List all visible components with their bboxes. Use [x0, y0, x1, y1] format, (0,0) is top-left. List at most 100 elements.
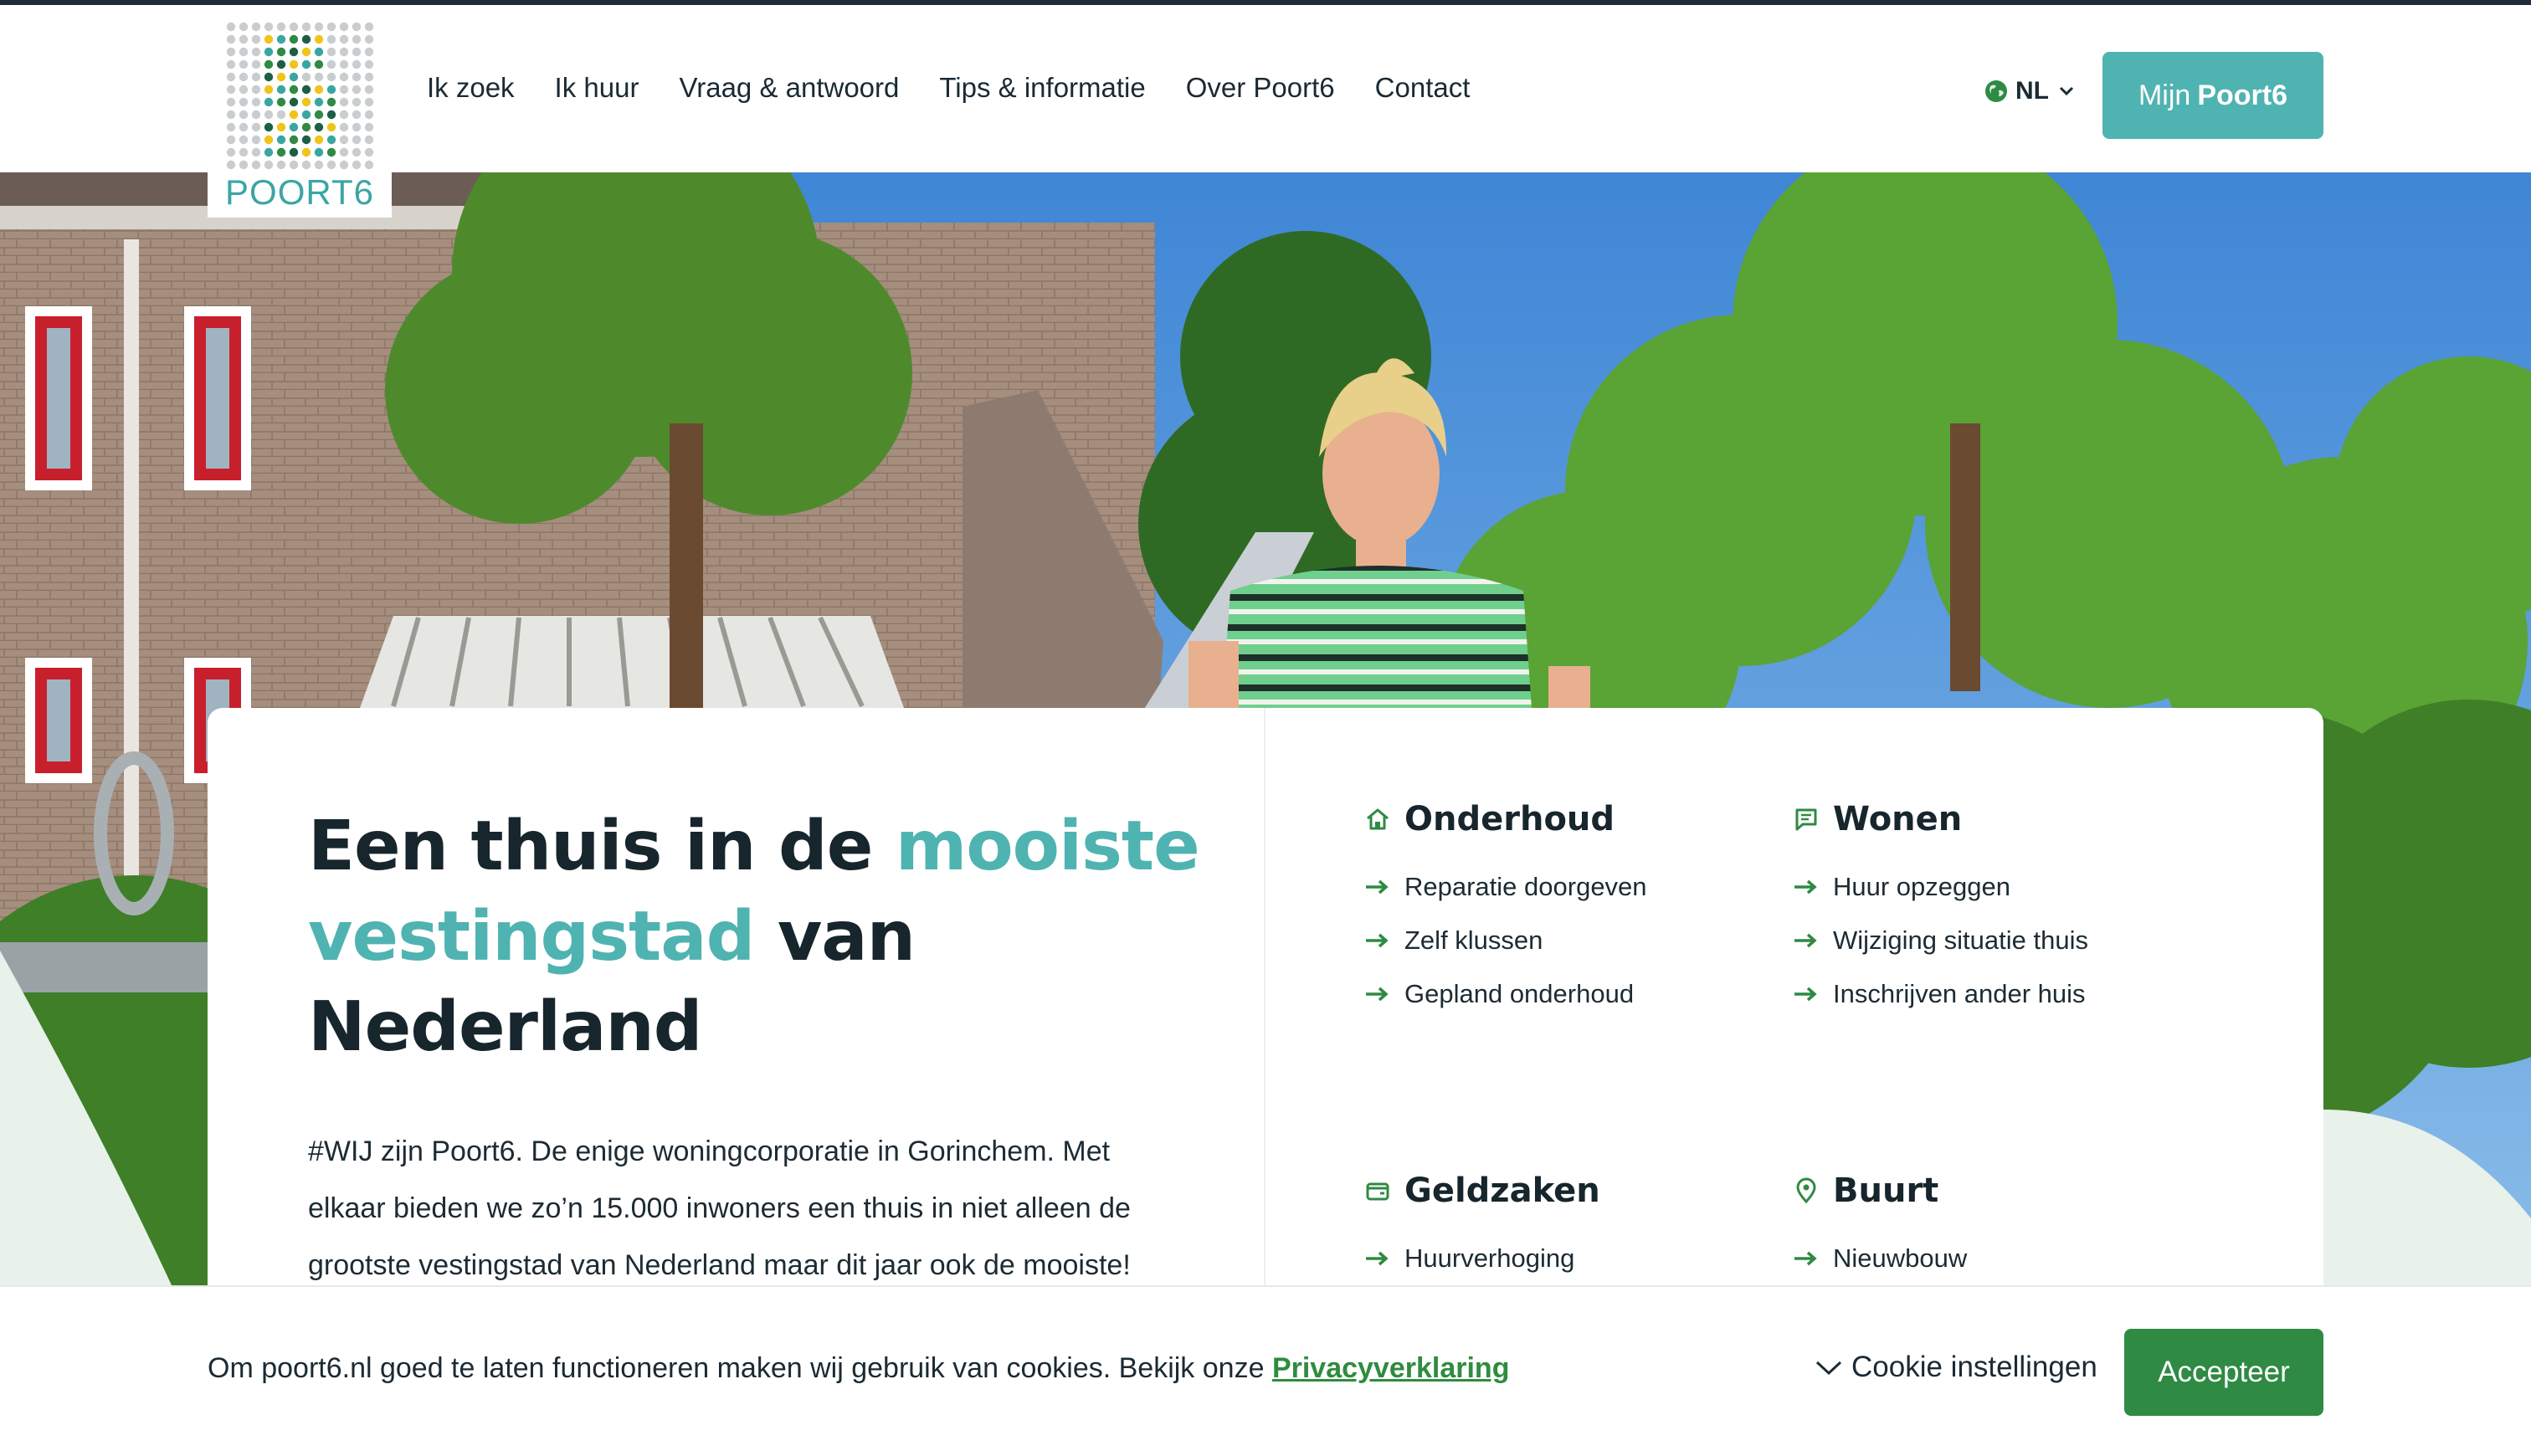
- cookie-settings-label: Cookie instellingen: [1851, 1351, 2097, 1383]
- logo-dot: [276, 110, 286, 120]
- logo-dot: [352, 160, 362, 170]
- logo-dot: [251, 59, 261, 69]
- logo-dot: [364, 47, 374, 57]
- nav-ik-zoek[interactable]: Ik zoek: [427, 72, 515, 104]
- logo-dot: [352, 22, 362, 32]
- cookie-settings-button[interactable]: Cookie instellingen: [1815, 1351, 2097, 1384]
- logo-dot: [289, 85, 299, 95]
- logo-dot: [301, 147, 311, 157]
- logo-dot: [314, 160, 324, 170]
- logo-dot: [226, 47, 236, 57]
- logo-dot: [326, 72, 336, 82]
- logo-dot: [314, 85, 324, 95]
- logo-dot: [326, 110, 336, 120]
- logo-dot: [264, 22, 274, 32]
- logo-dot: [276, 22, 286, 32]
- logo-dot: [339, 135, 349, 145]
- logo-dot: [239, 97, 249, 107]
- logo-dot: [352, 72, 362, 82]
- link-huur-opzeggen[interactable]: Huur opzeggen: [1793, 860, 2195, 914]
- logo-dot: [264, 47, 274, 57]
- arrow-right-icon: [1366, 987, 1389, 1002]
- logo-dot: [301, 34, 311, 44]
- logo-dot: [289, 34, 299, 44]
- nav-ik-huur[interactable]: Ik huur: [555, 72, 639, 104]
- logo-dot: [301, 47, 311, 57]
- privacy-link[interactable]: Privacyverklaring: [1272, 1352, 1510, 1384]
- logo-dot: [301, 97, 311, 107]
- nav-tips-informatie[interactable]: Tips & informatie: [939, 72, 1145, 104]
- logo-dot: [352, 110, 362, 120]
- link-label: Huur opzeggen: [1833, 872, 2010, 901]
- logo-dot: [239, 59, 249, 69]
- logo-dot: [339, 97, 349, 107]
- logo-dot: [339, 34, 349, 44]
- logo-dot: [314, 34, 324, 44]
- logo-dot: [326, 97, 336, 107]
- link-reparatie-doorgeven[interactable]: Reparatie doorgeven: [1364, 860, 1766, 914]
- logo-dot: [364, 85, 374, 95]
- logo-dot: [251, 85, 261, 95]
- logo-text: POORT6: [225, 172, 374, 212]
- logo-dot: [251, 47, 261, 57]
- wallet-icon: [1366, 1182, 1389, 1201]
- topic-wonen: Wonen Huur opzeggen Wijziging situatie t…: [1793, 800, 2195, 1021]
- language-selector[interactable]: NL: [1984, 77, 2074, 105]
- logo-dot: [264, 147, 274, 157]
- link-gepland-onderhoud[interactable]: Gepland onderhoud: [1364, 967, 1766, 1021]
- link-inschrijven-ander-huis[interactable]: Inschrijven ander huis: [1793, 967, 2195, 1021]
- logo-dot: [276, 122, 286, 132]
- logo-dot-grid-icon: [226, 22, 374, 170]
- logo-dot: [339, 147, 349, 157]
- link-wijziging-situatie-thuis[interactable]: Wijziging situatie thuis: [1793, 914, 2195, 967]
- nav-contact[interactable]: Contact: [1375, 72, 1471, 104]
- logo-dot: [226, 85, 236, 95]
- nav-vraag-antwoord[interactable]: Vraag & antwoord: [679, 72, 899, 104]
- cookie-message: Om poort6.nl goed te laten functioneren …: [208, 1352, 1509, 1385]
- logo-dot: [326, 135, 336, 145]
- link-huurverhoging[interactable]: Huurverhoging: [1364, 1232, 1766, 1285]
- logo-dot: [364, 110, 374, 120]
- logo-dot: [326, 22, 336, 32]
- mijn-poort6-button[interactable]: Mijn Poort6: [2102, 52, 2323, 139]
- logo-dot: [326, 160, 336, 170]
- poort6-logo[interactable]: POORT6: [208, 8, 392, 218]
- logo-dot: [276, 47, 286, 57]
- logo-dot: [289, 72, 299, 82]
- logo-dot: [326, 34, 336, 44]
- logo-dot: [239, 147, 249, 157]
- logo-dot: [352, 147, 362, 157]
- link-zelf-klussen[interactable]: Zelf klussen: [1364, 914, 1766, 967]
- logo-dot: [364, 122, 374, 132]
- logo-dot: [239, 47, 249, 57]
- logo-dot: [289, 160, 299, 170]
- nav-over-poort6[interactable]: Over Poort6: [1186, 72, 1335, 104]
- logo-dot: [239, 110, 249, 120]
- arrow-right-icon: [1794, 1251, 1817, 1266]
- logo-dot: [301, 135, 311, 145]
- logo-dot: [226, 135, 236, 145]
- topic-buurt: Buurt Nieuwbouw: [1793, 1171, 2195, 1285]
- link-nieuwbouw[interactable]: Nieuwbouw: [1793, 1232, 2195, 1285]
- chevron-down-icon: [2059, 86, 2074, 96]
- logo-dot: [364, 135, 374, 145]
- logo-dot: [264, 110, 274, 120]
- logo-dot: [314, 72, 324, 82]
- logo-dot: [352, 85, 362, 95]
- main-navigation: Ik zoek Ik huur Vraag & antwoord Tips & …: [427, 72, 1470, 104]
- link-label: Gepland onderhoud: [1404, 979, 1635, 1008]
- logo-dot: [251, 160, 261, 170]
- page-headline: Een thuis in de mooiste vestingstad van …: [308, 802, 1229, 1073]
- logo-dot: [226, 122, 236, 132]
- logo-dot: [226, 59, 236, 69]
- topic-title-buurt: Buurt: [1833, 1171, 1939, 1210]
- logo-dot: [276, 85, 286, 95]
- logo-dot: [301, 72, 311, 82]
- link-label: Inschrijven ander huis: [1833, 979, 2086, 1008]
- logo-dot: [289, 22, 299, 32]
- logo-dot: [301, 110, 311, 120]
- globe-icon: [1985, 80, 2007, 102]
- accept-cookies-button[interactable]: Accepteer: [2124, 1329, 2323, 1416]
- logo-dot: [251, 34, 261, 44]
- logo-dot: [339, 122, 349, 132]
